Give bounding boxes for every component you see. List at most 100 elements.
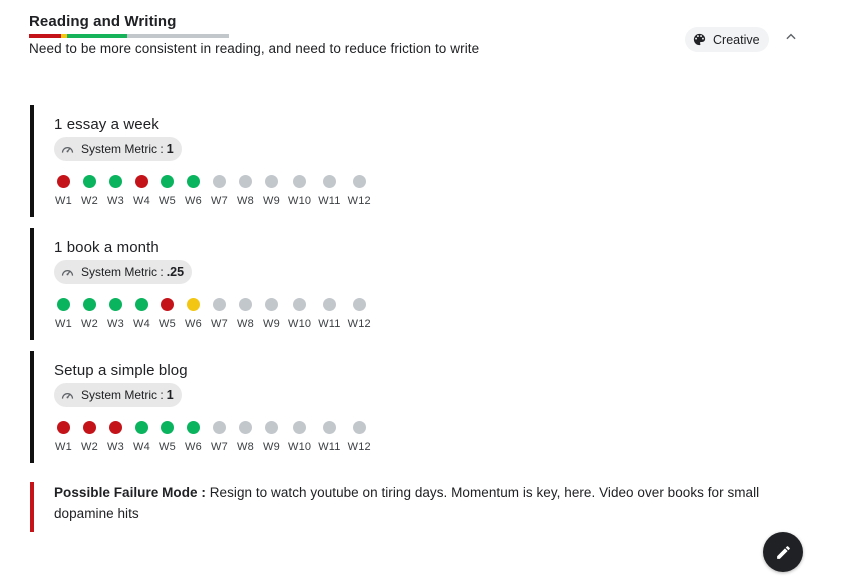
week-item[interactable]: W6: [184, 175, 203, 207]
week-label: W7: [211, 318, 228, 330]
week-item[interactable]: W2: [80, 175, 99, 207]
week-status-dot: [265, 298, 278, 311]
system-metric-label: System Metric :: [81, 388, 164, 402]
week-status-dot: [109, 298, 122, 311]
week-status-dot: [135, 175, 148, 188]
week-label: W8: [237, 318, 254, 330]
week-item[interactable]: W4: [132, 298, 151, 330]
week-item[interactable]: W3: [106, 298, 125, 330]
week-label: W6: [185, 195, 202, 207]
week-item[interactable]: W12: [348, 298, 371, 330]
week-item[interactable]: W7: [210, 175, 229, 207]
week-item[interactable]: W6: [184, 421, 203, 453]
week-item[interactable]: W7: [210, 421, 229, 453]
week-item[interactable]: W3: [106, 175, 125, 207]
week-item[interactable]: W10: [288, 298, 311, 330]
week-status-dot: [352, 298, 366, 311]
pencil-icon: [775, 544, 792, 561]
week-item[interactable]: W11: [318, 175, 340, 207]
failure-mode-callout: Possible Failure Mode : Resign to watch …: [30, 482, 810, 532]
week-tracker: W1 W2 W3 W4 W5 W6 W7 W8 W9 W10 W11 W12: [54, 421, 378, 453]
week-status-dot: [293, 421, 307, 434]
week-status-dot: [161, 175, 174, 188]
week-item[interactable]: W4: [132, 175, 151, 207]
progress-bar: [29, 34, 229, 38]
week-item[interactable]: W1: [54, 298, 73, 330]
week-item[interactable]: W9: [262, 298, 281, 330]
week-status-dot: [293, 175, 307, 188]
week-item[interactable]: W10: [288, 175, 311, 207]
system-metric-label: System Metric :: [81, 265, 164, 279]
system-metric-value: 1: [166, 388, 174, 402]
week-label: W10: [288, 195, 312, 207]
week-item[interactable]: W12: [348, 421, 371, 453]
week-label: W3: [107, 318, 124, 330]
week-tracker: W1 W2 W3 W4 W5 W6 W7 W8 W9 W10 W11 W12: [54, 175, 378, 207]
week-status-dot: [293, 298, 307, 311]
week-label: W4: [133, 195, 150, 207]
collapse-button[interactable]: [781, 29, 801, 49]
week-item[interactable]: W2: [80, 421, 99, 453]
week-label: W11: [318, 318, 341, 330]
palette-icon: [692, 32, 707, 47]
week-status-dot: [322, 175, 336, 188]
week-item[interactable]: W5: [158, 298, 177, 330]
week-item[interactable]: W1: [54, 175, 73, 207]
week-label: W1: [55, 318, 72, 330]
week-label: W11: [318, 195, 341, 207]
week-item[interactable]: W8: [236, 175, 255, 207]
week-label: W7: [211, 195, 228, 207]
week-item[interactable]: W12: [348, 175, 371, 207]
speedometer-icon: [60, 142, 81, 157]
week-item[interactable]: W2: [80, 298, 99, 330]
speedometer-icon: [60, 265, 81, 280]
edit-button[interactable]: [763, 532, 803, 572]
week-label: W12: [347, 441, 371, 453]
week-item[interactable]: W10: [288, 421, 311, 453]
week-item[interactable]: W5: [158, 175, 177, 207]
system-metric-label: System Metric :: [81, 142, 164, 156]
week-label: W1: [55, 195, 72, 207]
week-item[interactable]: W3: [106, 421, 125, 453]
category-chip[interactable]: Creative: [685, 27, 769, 52]
week-item[interactable]: W9: [262, 175, 281, 207]
week-status-dot: [265, 421, 278, 434]
week-label: W9: [263, 318, 280, 330]
week-item[interactable]: W8: [236, 421, 255, 453]
week-item[interactable]: W9: [262, 421, 281, 453]
goal-section-header: Reading and Writing Need to be more cons…: [29, 12, 803, 62]
section-description: Need to be more consistent in reading, a…: [29, 41, 480, 56]
week-label: W10: [288, 318, 312, 330]
week-item[interactable]: W11: [318, 421, 340, 453]
week-label: W9: [263, 441, 280, 453]
week-status-dot: [352, 175, 366, 188]
week-status-dot: [265, 175, 278, 188]
week-item[interactable]: W7: [210, 298, 229, 330]
progress-segment: [67, 34, 127, 38]
week-item[interactable]: W6: [184, 298, 203, 330]
week-status-dot: [322, 298, 336, 311]
week-label: W2: [81, 318, 98, 330]
week-status-dot: [83, 298, 96, 311]
week-item[interactable]: W5: [158, 421, 177, 453]
week-item[interactable]: W8: [236, 298, 255, 330]
week-label: W4: [133, 318, 150, 330]
week-label: W3: [107, 195, 124, 207]
week-item[interactable]: W1: [54, 421, 73, 453]
system-metric-value: .25: [166, 265, 185, 279]
week-status-dot: [135, 298, 148, 311]
week-status-dot: [239, 421, 252, 434]
week-label: W11: [318, 441, 341, 453]
week-label: W1: [55, 441, 72, 453]
progress-segment: [29, 34, 61, 38]
week-item[interactable]: W4: [132, 421, 151, 453]
week-status-dot: [57, 175, 70, 188]
week-item[interactable]: W11: [318, 298, 340, 330]
week-label: W7: [211, 441, 228, 453]
goal-card: 1 book a month System Metric : .25 W1 W2 W3 W4…: [30, 228, 590, 340]
week-status-dot: [135, 421, 148, 434]
progress-segment: [127, 34, 229, 38]
system-metric-chip: System Metric :1: [54, 383, 182, 407]
week-status-dot: [161, 298, 174, 311]
week-status-dot: [187, 421, 200, 434]
